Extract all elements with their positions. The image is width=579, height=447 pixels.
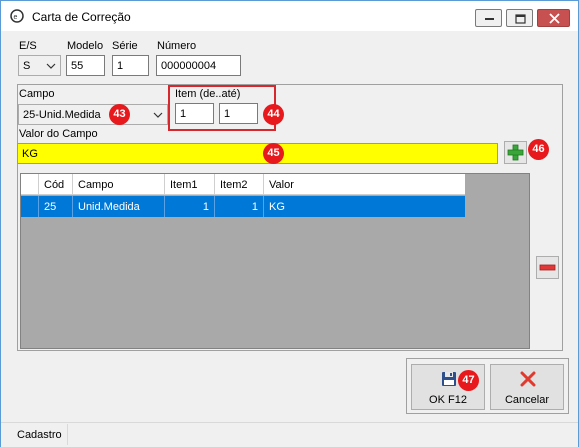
add-button[interactable] xyxy=(504,141,527,164)
minimize-icon xyxy=(485,18,494,20)
callout-badge-45: 45 xyxy=(263,143,284,164)
correction-letter-window: e Carta de Correção E/S S Modelo 55 Séri… xyxy=(0,0,579,447)
callout-badge-47: 47 xyxy=(458,370,479,391)
cell-item1: 1 xyxy=(165,196,215,217)
column-header-item2[interactable]: Item2 xyxy=(215,174,264,195)
numero-label: Número xyxy=(157,40,197,52)
window-title: Carta de Correção xyxy=(32,10,131,24)
row-indicator xyxy=(21,196,39,217)
app-logo-icon: e xyxy=(10,9,24,23)
item-from-field[interactable]: 1 xyxy=(175,103,214,124)
es-select[interactable]: S xyxy=(18,55,61,76)
serie-field[interactable]: 1 xyxy=(112,55,149,76)
cell-item2: 1 xyxy=(215,196,264,217)
plus-icon xyxy=(507,144,524,161)
cancel-button-label: Cancelar xyxy=(504,394,550,406)
callout-badge-44: 44 xyxy=(263,104,284,125)
cancel-button[interactable]: Cancelar xyxy=(490,364,564,410)
column-header-campo[interactable]: Campo xyxy=(73,174,165,195)
callout-badge-43: 43 xyxy=(109,104,130,125)
title-bar: e Carta de Correção xyxy=(1,1,578,31)
cell-valor: KG xyxy=(269,201,285,213)
grid-corner xyxy=(21,174,39,195)
numero-field[interactable]: 000000004 xyxy=(156,55,241,76)
maximize-icon xyxy=(515,14,526,24)
chevron-down-icon xyxy=(153,112,163,118)
status-bar: Cadastro xyxy=(1,422,578,447)
serie-label: Série xyxy=(112,40,138,52)
svg-text:e: e xyxy=(14,14,18,21)
close-button[interactable] xyxy=(537,9,570,27)
campo-select[interactable]: 25-Unid.Medida xyxy=(18,104,168,125)
table-row[interactable]: 25 Unid.Medida 1 1 KG xyxy=(21,196,465,217)
cell-cod: 25 xyxy=(39,196,73,217)
valor-field[interactable]: KG xyxy=(17,143,498,164)
column-header-item1[interactable]: Item1 xyxy=(165,174,215,195)
item-to-field[interactable]: 1 xyxy=(219,103,258,124)
es-label: E/S xyxy=(19,40,37,52)
corrections-grid[interactable]: Cód Campo Item1 Item2 Valor 25 Unid.Medi… xyxy=(20,173,530,349)
valor-label: Valor do Campo xyxy=(19,128,98,140)
campo-label: Campo xyxy=(19,88,55,100)
modelo-label: Modelo xyxy=(67,40,104,52)
callout-badge-46: 46 xyxy=(528,139,549,160)
maximize-button[interactable] xyxy=(506,9,533,27)
grid-header: Cód Campo Item1 Item2 Valor xyxy=(21,174,465,195)
minus-icon xyxy=(539,264,556,271)
ok-button-label: OK F12 xyxy=(429,394,467,406)
floppy-disk-icon xyxy=(442,372,456,386)
es-value: S xyxy=(23,60,31,72)
chevron-down-icon xyxy=(46,63,56,69)
minimize-button[interactable] xyxy=(475,9,502,27)
item-range-label: Item (de..até) xyxy=(175,88,241,100)
cell-campo: Unid.Medida xyxy=(73,196,165,217)
column-header-cod[interactable]: Cód xyxy=(39,174,73,195)
modelo-field[interactable]: 55 xyxy=(66,55,105,76)
campo-value: 25-Unid.Medida xyxy=(23,109,101,121)
column-header-valor[interactable]: Valor xyxy=(264,174,465,195)
status-tab-cadastro: Cadastro xyxy=(9,424,68,445)
red-x-icon xyxy=(520,371,536,387)
remove-button[interactable] xyxy=(536,256,559,279)
close-icon xyxy=(549,13,560,24)
